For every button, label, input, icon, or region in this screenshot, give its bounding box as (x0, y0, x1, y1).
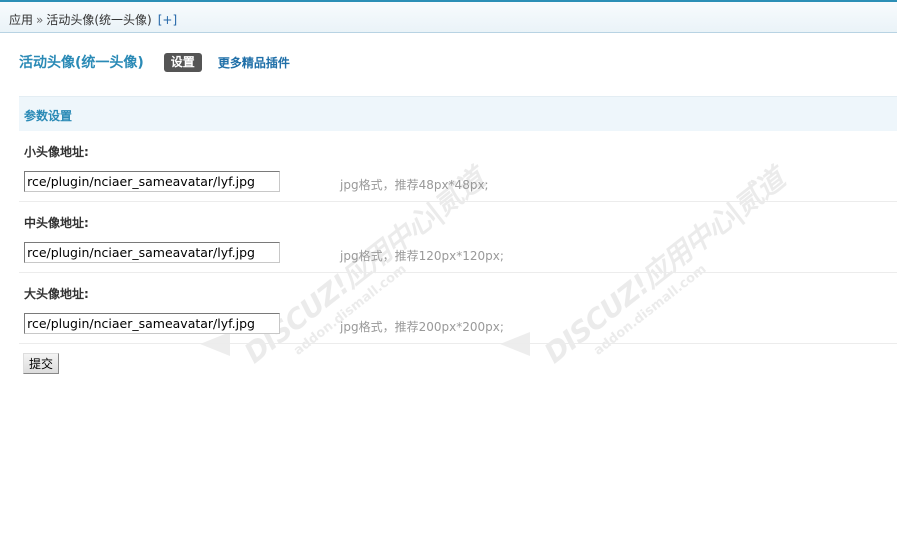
medium-avatar-url-input[interactable] (24, 242, 280, 263)
large-avatar-hint: jpg格式，推荐200px*200px; (340, 320, 504, 334)
large-avatar-url-input[interactable] (24, 313, 280, 334)
submit-button[interactable]: 提交 (23, 353, 60, 374)
medium-avatar-hint: jpg格式，推荐120px*120px; (340, 249, 504, 263)
large-avatar-label: 大头像地址: (24, 287, 89, 301)
setting-row-medium-avatar: 中头像地址: jpg格式，推荐120px*120px; (19, 202, 897, 273)
breadcrumb-root[interactable]: 应用 (9, 13, 33, 27)
plugin-title: 活动头像(统一头像) (19, 55, 144, 71)
small-avatar-url-input[interactable] (24, 171, 280, 192)
breadcrumb-current: 活动头像(统一头像) (46, 13, 152, 27)
setting-row-large-avatar: 大头像地址: jpg格式，推荐200px*200px; (19, 273, 897, 344)
more-plugins-link[interactable]: 更多精品插件 (218, 54, 290, 71)
breadcrumb: 应用» 活动头像(统一头像) [+] (9, 11, 177, 28)
small-avatar-label: 小头像地址: (24, 145, 89, 159)
small-avatar-hint: jpg格式，推荐48px*48px; (340, 178, 489, 192)
section-header: 参数设置 (19, 96, 897, 131)
tab-settings[interactable]: 设置 (163, 52, 202, 72)
medium-avatar-label: 中头像地址: (24, 216, 89, 230)
plugin-header: 活动头像(统一头像) 设置 更多精品插件 (19, 51, 290, 73)
top-bar: 应用» 活动头像(统一头像) [+] (0, 0, 897, 33)
setting-row-small-avatar: 小头像地址: jpg格式，推荐48px*48px; (19, 131, 897, 202)
add-shortcut-link[interactable]: [+] (158, 13, 177, 27)
section-title: 参数设置 (24, 109, 73, 123)
breadcrumb-separator: » (36, 13, 44, 27)
